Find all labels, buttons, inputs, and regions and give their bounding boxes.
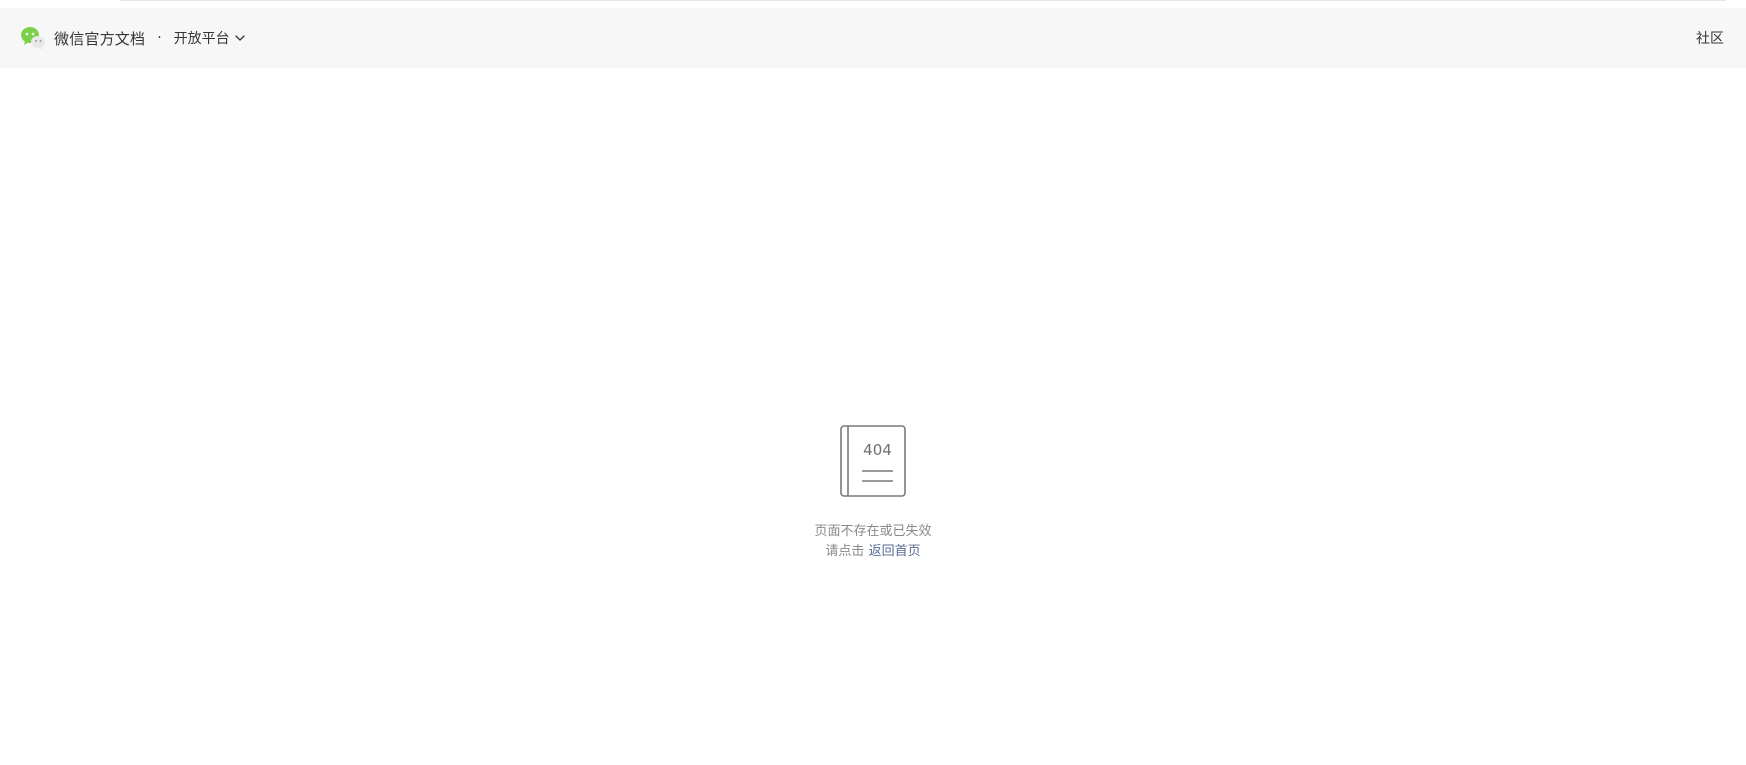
brand: 微信官方文档 · 开放平台 [20, 8, 246, 68]
chevron-down-icon [234, 32, 246, 44]
home-prompt: 请点击 返回首页 [0, 542, 1746, 562]
error-code: 404 [863, 441, 892, 459]
community-link[interactable]: 社区 [1696, 8, 1724, 68]
wechat-logo-icon[interactable] [20, 25, 46, 51]
top-divider [120, 0, 1726, 1]
platform-label: 开放平台 [173, 31, 230, 47]
brand-separator: · [157, 30, 162, 46]
home-prompt-text: 请点击 [825, 544, 865, 559]
not-found-message: 页面不存在或已失效 [814, 524, 932, 539]
brand-title[interactable]: 微信官方文档 [54, 28, 145, 49]
not-found-panel: 404 页面不存在或已失效 请点击 返回首页 [0, 425, 1746, 562]
platform-dropdown[interactable]: 开放平台 [174, 28, 246, 48]
book-404-icon: 404 [840, 425, 906, 497]
home-link[interactable]: 返回首页 [869, 544, 921, 559]
top-nav: 微信官方文档 · 开放平台 社区 [0, 8, 1746, 68]
